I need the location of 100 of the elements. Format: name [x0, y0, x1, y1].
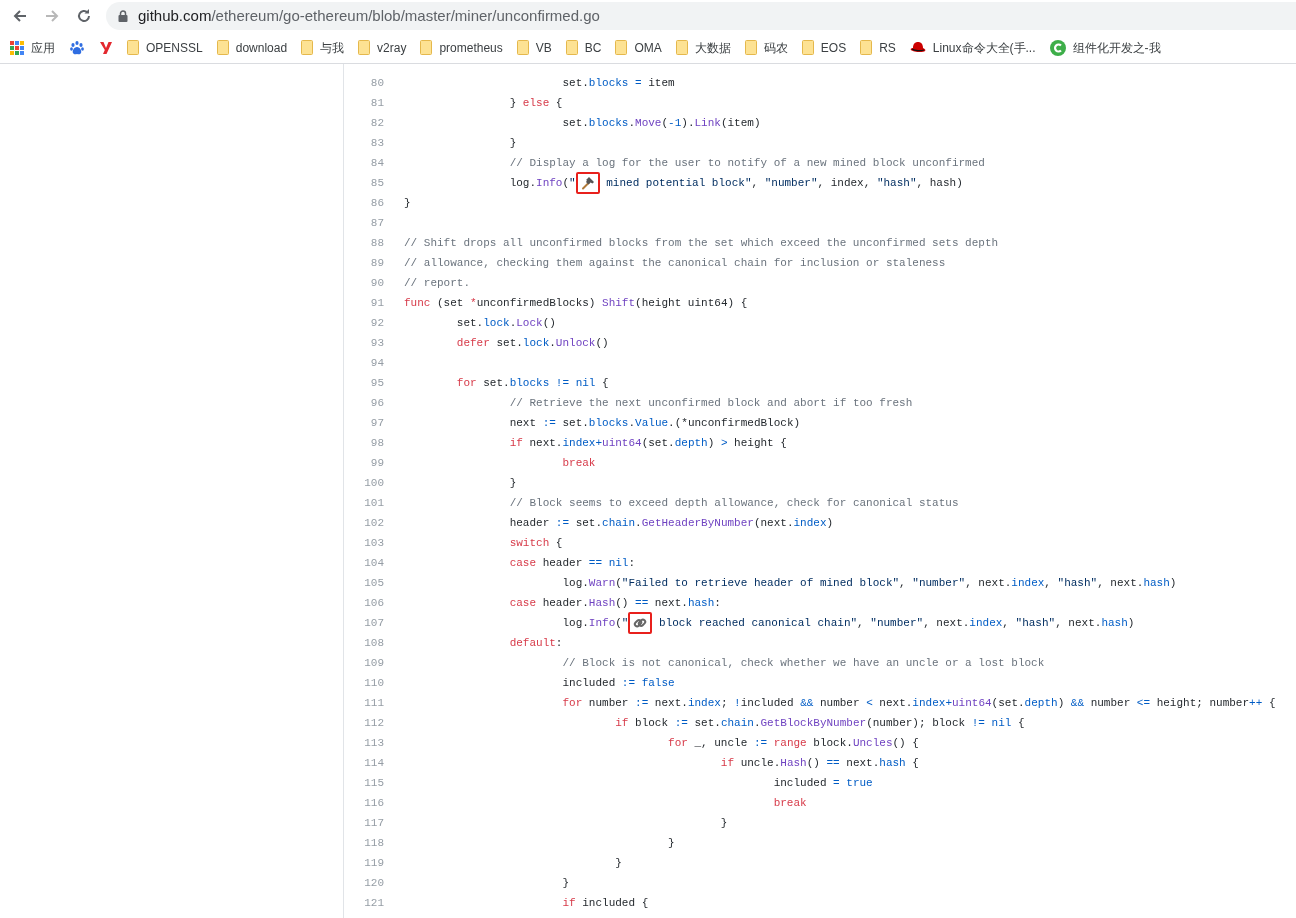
- address-bar[interactable]: github.com/ethereum/go-ethereum/blob/master/miner/unconfirmed.go: [106, 2, 1296, 30]
- code-line: // Block seems to exceed depth allowance, check for canonical status: [508, 495, 959, 511]
- code-line: func (set *unconfirmedBlocks) Shift(height uint64) {: [403, 295, 748, 311]
- code-line: if block := set.chain.GetBlockByNumber(number); block != nil {: [614, 715, 1025, 731]
- line-number: 84: [369, 155, 385, 171]
- code-line: }: [614, 855, 622, 871]
- line-number: 106: [363, 595, 385, 611]
- bookmark-item[interactable]: prometheus: [420, 38, 503, 57]
- folder-icon: [860, 40, 873, 55]
- line-number: 117: [363, 815, 385, 831]
- line-number: 92: [369, 315, 385, 331]
- code-line: for set.blocks != nil {: [455, 375, 609, 391]
- line-number: 101: [363, 495, 385, 511]
- line-number: 98: [369, 435, 385, 451]
- bookmark-item[interactable]: Linux命令大全(手...: [909, 38, 1036, 57]
- line-number: 118: [363, 835, 385, 851]
- line-number: 112: [363, 715, 385, 731]
- line-number: 99: [369, 455, 385, 471]
- forward-arrow-icon: [44, 8, 60, 24]
- code-line: break: [561, 455, 596, 471]
- y-logo-icon[interactable]: [99, 39, 113, 56]
- apps-grid-icon: [10, 40, 24, 55]
- bookmark-item[interactable]: VB: [516, 38, 552, 57]
- folder-icon: [801, 40, 814, 55]
- line-number: 100: [363, 475, 385, 491]
- folder-icon: [565, 40, 578, 55]
- code-line: // allowance, checking them against the canonical chain for inclusion or staleness: [403, 255, 946, 271]
- code-line: log.Warn("Failed to retrieve header of mined block", "number", next.index, "hash", next.hash): [561, 575, 1177, 591]
- bookmark-item[interactable]: RS: [860, 38, 896, 57]
- bookmark-item[interactable]: 组件化开发之-我: [1049, 38, 1161, 57]
- code-line: case header == nil:: [508, 555, 636, 571]
- code-line: defer set.lock.Unlock(): [455, 335, 609, 351]
- bookmark-item[interactable]: OPENSSL: [127, 38, 203, 57]
- folder-icon: [675, 40, 688, 55]
- folder-icon: [216, 40, 229, 55]
- folder-icon: [615, 40, 628, 55]
- code-line: }: [667, 835, 675, 851]
- line-number: 96: [369, 395, 385, 411]
- code-line: set.blocks = item: [561, 75, 675, 91]
- c-logo-icon: [1049, 39, 1066, 56]
- line-number: 93: [369, 335, 385, 351]
- chain-link-icon: [633, 616, 648, 630]
- line-number: 80: [369, 75, 385, 91]
- line-number: 121: [363, 895, 385, 911]
- line-number: 110: [363, 675, 385, 691]
- code-line: }: [403, 195, 411, 211]
- bookmark-item[interactable]: 应用: [10, 38, 55, 57]
- code-line: break: [772, 795, 807, 811]
- lock-icon: [118, 10, 128, 22]
- paw-icon[interactable]: [69, 39, 85, 56]
- line-number: 81: [369, 95, 385, 111]
- line-number: 85: [369, 175, 385, 191]
- code-line: included := false: [561, 675, 675, 691]
- code-line: // report.: [403, 275, 470, 291]
- code-line: set.blocks.Move(-1).Link(item): [561, 115, 761, 131]
- line-number: 107: [363, 615, 385, 631]
- bookmark-item[interactable]: 与我: [301, 38, 345, 57]
- code-line: if next.index+uint64(set.depth) > height {: [508, 435, 787, 451]
- bookmark-item[interactable]: EOS: [801, 38, 847, 57]
- line-number: 97: [369, 415, 385, 431]
- bookmark-item[interactable]: BC: [565, 38, 602, 57]
- code-line: for _, uncle := range block.Uncles() {: [667, 735, 919, 751]
- code-line: default:: [508, 635, 563, 651]
- code-line: if uncle.Hash() == next.hash {: [719, 755, 919, 771]
- folder-icon: [358, 40, 371, 55]
- bookmark-item[interactable]: OMA: [615, 38, 662, 57]
- code-line: // Retrieve the next unconfirmed block and abort if too fresh: [508, 395, 913, 411]
- line-number: 104: [363, 555, 385, 571]
- line-number: 102: [363, 515, 385, 531]
- bookmark-item[interactable]: 码农: [744, 38, 788, 57]
- code-line: }: [719, 815, 728, 831]
- hat-icon: [909, 40, 926, 55]
- code-line: }: [508, 475, 517, 491]
- folder-icon: [516, 40, 529, 55]
- reload-icon: [76, 8, 92, 24]
- line-number: 94: [369, 355, 385, 371]
- line-number: 105: [363, 575, 385, 591]
- code-line: included = true: [772, 775, 873, 791]
- line-number: 90: [369, 275, 385, 291]
- code-line: set.lock.Lock(): [455, 315, 556, 331]
- line-number: 88: [369, 235, 385, 251]
- line-number: 114: [363, 755, 385, 771]
- line-number: 89: [369, 255, 385, 271]
- code-line: // Display a log for the user to notify of a new mined block unconfirmed: [508, 155, 985, 171]
- bookmark-item[interactable]: download: [216, 38, 288, 57]
- line-number: 83: [369, 135, 385, 151]
- line-number: 111: [363, 695, 385, 711]
- line-number: 108: [363, 635, 385, 651]
- code-line: if included {: [561, 895, 649, 911]
- code-line: } else {: [508, 95, 563, 111]
- code-line: header := set.chain.GetHeaderByNumber(next.index): [508, 515, 834, 531]
- bookmark-item[interactable]: 大数据: [675, 38, 731, 57]
- bookmark-item[interactable]: v2ray: [358, 38, 407, 57]
- code-line: // Block is not canonical, check whether we have an uncle or a lost block: [561, 655, 1045, 671]
- line-number: 95: [369, 375, 385, 391]
- folder-icon: [301, 40, 314, 55]
- line-number: 116: [363, 795, 385, 811]
- line-number: 109: [363, 655, 385, 671]
- code-line: // Shift drops all unconfirmed blocks from the set which exceed the unconfirmed sets depth: [403, 235, 999, 251]
- line-number: 119: [363, 855, 385, 871]
